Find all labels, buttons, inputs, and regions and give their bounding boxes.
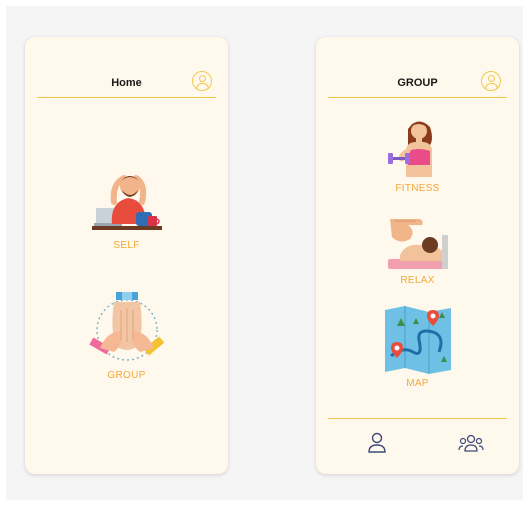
self-menu-item[interactable]: SELF [25,162,228,251]
group-menu-item[interactable]: GROUP [25,290,228,381]
relax-illustration [387,219,448,269]
map-menu-item[interactable]: MAP [316,306,519,389]
group-label: GROUP [107,370,146,381]
profile-icon[interactable] [192,71,212,91]
bottom-nav-divider [328,418,507,419]
header-divider [328,97,507,98]
fitness-illustration [387,121,432,177]
relax-menu-item[interactable]: RELAX [316,215,519,286]
fitness-label: FITNESS [395,183,440,194]
group-icon[interactable] [458,431,484,455]
profile-icon[interactable] [481,71,501,91]
home-screen: Home SELF GROUP [25,37,228,474]
group-screen: GROUP FITNESS RELAX MAP [316,37,519,474]
self-label: SELF [113,240,140,251]
header-divider [37,97,216,98]
relax-label: RELAX [400,275,435,286]
map-illustration [384,306,451,374]
person-icon[interactable] [365,431,389,455]
group-hands-illustration [88,292,164,361]
self-illustration [91,175,162,230]
map-label: MAP [406,378,429,389]
fitness-menu-item[interactable]: FITNESS [316,117,519,194]
